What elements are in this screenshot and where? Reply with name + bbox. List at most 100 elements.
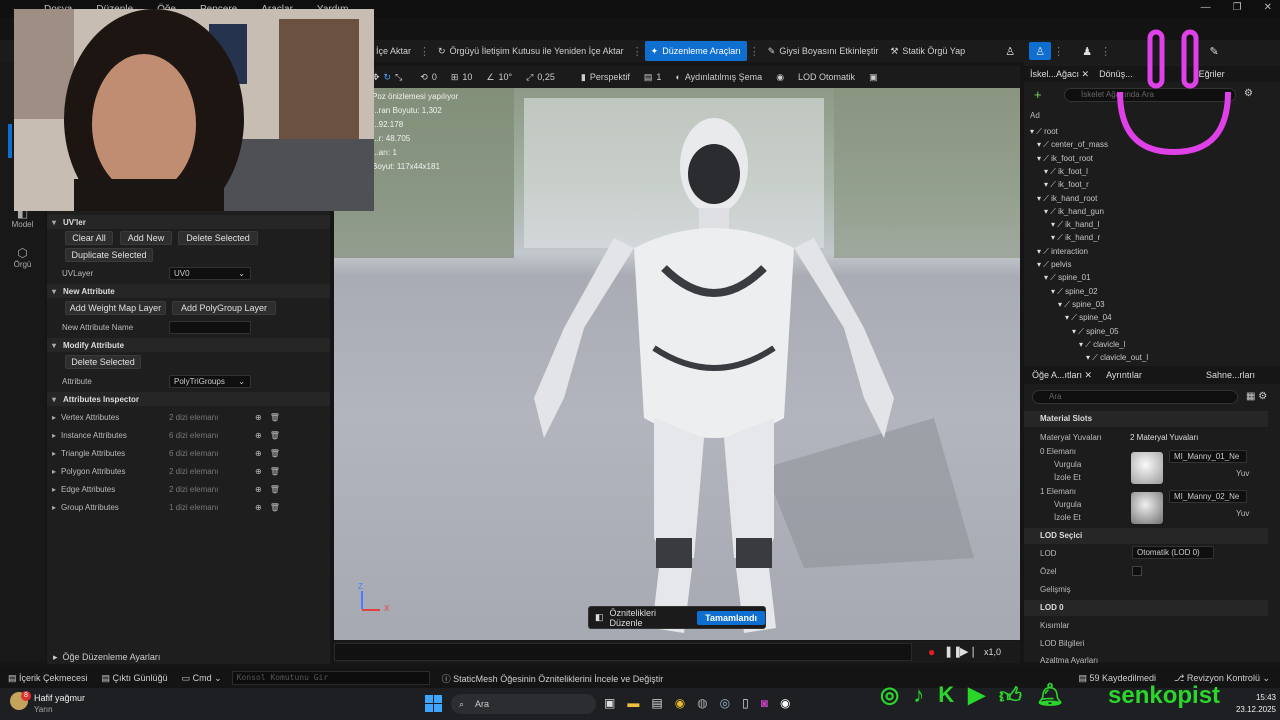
surface-snap-icon[interactable]: ⟲ [420,72,428,83]
taskbar-search[interactable]: ⌕ Ara [451,694,596,714]
scale-icon[interactable]: ⤡ [395,72,402,83]
uvlayer-dropdown[interactable]: UV0 ⌄ [169,267,251,280]
new-attribute-header[interactable]: New Attribute [47,284,330,298]
bone-tree-item[interactable]: ▾ ⟋ spine_03 [1058,300,1105,310]
material-slots-header[interactable]: Material Slots [1024,411,1268,427]
new-attribute-name-input[interactable] [169,321,251,334]
reimport-button[interactable]: ↻ Örgüyü İletişim Kutusu ile Yeniden İçe … [432,41,630,61]
inspector-row[interactable]: ▸ Triangle Attributes 6 dizi elemanı ⊕ 🗑︎ [47,444,330,462]
material-0-thumbnail[interactable] [1131,452,1163,484]
edit-settings-section[interactable]: ▸ Öğe Düzenleme Ayarları [47,650,330,664]
tab-details[interactable]: Ayrıntılar [1106,370,1142,380]
bone-tree-item[interactable]: ▾ ⟋ spine_05 [1072,327,1119,337]
minimize-icon[interactable]: — [1201,2,1211,13]
add-icon[interactable]: ⊕ [255,431,262,440]
tab-skeleton-tree[interactable]: İskel...Ağacı ✕ [1030,69,1089,80]
cloth-paint-button[interactable]: ✎ Giysi Boyasını Etkinleştir [762,41,885,61]
import-button[interactable]: İçe Aktar [370,41,417,61]
console-input[interactable]: Konsol Komutunu Gir [231,671,430,685]
lod-dropdown[interactable]: LOD Otomatik [798,72,855,82]
add-icon[interactable]: ⊕ [255,413,262,422]
clock-date[interactable]: 23.12.2025 [1222,705,1276,714]
tab-asset-details[interactable]: Öğe A...ıtları ✕ [1032,370,1092,381]
view-mode-dropdown[interactable]: Aydınlatılmış Şema [685,72,762,82]
task-view-icon[interactable]: ▣ [604,696,615,710]
view-options-icon[interactable]: ▦ ⚙ [1246,391,1267,402]
gear-icon[interactable]: ⚙ [1244,88,1253,99]
reduction-settings-row[interactable]: Azaltma Ayarları [1040,656,1098,664]
scale-snap-icon[interactable]: ⤢ [526,72,533,83]
delete-icon[interactable]: 🗑︎ [270,485,280,494]
move-snap-value[interactable]: 0 [432,72,437,82]
custom-checkbox[interactable] [1132,566,1142,576]
add-icon[interactable]: ⊕ [255,503,262,512]
maximize-icon[interactable]: ❐ [1233,2,1242,13]
bone-tree-item[interactable]: ▾ ⟋ pelvis [1037,260,1072,270]
bone-tree-item[interactable]: ▾ ⟋ ik_foot_r [1044,180,1089,190]
lod-dropdown[interactable]: Otomatik (LOD 0) [1132,546,1214,559]
bone-tree-item[interactable]: ▾ ⟋ ik_hand_root [1037,194,1097,204]
material-1-thumbnail[interactable] [1131,492,1163,524]
app-icon[interactable]: ◍ [697,696,707,710]
windows-start-icon[interactable] [425,695,442,712]
add-bone-icon[interactable]: + [1034,88,1054,102]
rotation-snap-value[interactable]: 10° [499,72,513,82]
inspector-row[interactable]: ▸ Edge Attributes 2 dizi elemanı ⊕ 🗑︎ [47,480,330,498]
material-1-dropdown[interactable]: MI_Manny_02_Ne [1169,490,1247,503]
delete-selected-attribute-button[interactable]: Delete Selected [65,355,141,369]
isolate-checkbox-label[interactable]: İzole Et [1054,513,1081,522]
isolate-checkbox-label[interactable]: İzole Et [1054,473,1081,482]
record-icon[interactable]: ● [928,645,935,659]
bone-tree-item[interactable]: ▾ ⟋ clavicle_out_l [1086,353,1148,363]
sections-row[interactable]: Kısımlar [1040,621,1069,630]
material-0-dropdown[interactable]: MI_Manny_01_Ne [1169,450,1247,463]
done-button[interactable]: Tamamlandı [697,610,765,625]
add-icon[interactable]: ⊕ [255,467,262,476]
bone-tree-item[interactable]: ▾ ⟋ ik_foot_root [1037,154,1093,164]
attribute-dropdown[interactable]: PolyTriGroups ⌄ [169,375,251,388]
store-icon[interactable]: ▤ [651,696,662,710]
grid-snap-value[interactable]: 10 [462,72,472,82]
highlight-checkbox-label[interactable]: Vurgula [1054,460,1081,469]
camera-speed-value[interactable]: 1 [656,72,661,82]
play-icon[interactable]: ▶❘ [960,645,978,658]
delete-selected-uv-button[interactable]: Delete Selected [178,231,258,245]
layout-icon[interactable]: ▣ [869,72,878,83]
attributes-inspector-header[interactable]: Attributes Inspector [47,392,330,406]
chrome-icon[interactable]: ◉ [675,696,685,710]
playback-speed[interactable]: x1,0 [984,647,1001,657]
rotate-icon[interactable]: ↻ [384,72,392,83]
media-icon[interactable]: ◙ [761,696,768,710]
output-log-button[interactable]: ▤ Çıktı Günlüğü [102,673,168,684]
uv-section-header[interactable]: UV'ler [47,215,330,229]
delete-icon[interactable]: 🗑︎ [270,413,280,422]
bone-tree-item[interactable]: ▾ ⟋ ik_hand_r [1051,233,1100,243]
inspector-row[interactable]: ▸ Polygon Attributes 2 dizi elemanı ⊕ 🗑︎ [47,462,330,480]
bone-tree-item[interactable]: ▾ ⟋ spine_04 [1065,313,1112,323]
perspective-dropdown[interactable]: Perspektif [590,72,630,82]
timeline-track[interactable] [334,643,912,661]
animation-mode-icon[interactable]: ♟ [1076,42,1098,60]
delete-icon[interactable]: 🗑︎ [270,503,280,512]
highlight-checkbox-label[interactable]: Vurgula [1054,500,1081,509]
bone-tree-item[interactable]: ▾ ⟋ ik_hand_l [1051,220,1099,230]
details-search-input[interactable]: Ara [1032,390,1238,404]
make-static-mesh-button[interactable]: ⚒ Statik Örgü Yap [884,41,971,61]
delete-icon[interactable]: 🗑︎ [270,467,280,476]
bone-tree-item[interactable]: ▾ ⟋ root [1030,127,1058,137]
lod0-header[interactable]: LOD 0 [1024,600,1268,616]
advanced-section[interactable]: Gelişmiş [1040,585,1071,594]
clock-time[interactable]: 15:43 [1236,693,1276,702]
clear-all-button[interactable]: Clear All [65,231,113,245]
add-polygroup-button[interactable]: Add PolyGroup Layer [172,301,276,315]
scale-snap-value[interactable]: 0,25 [537,72,555,82]
cmd-dropdown[interactable]: ▭ Cmd ⌄ [182,673,222,684]
steam-icon[interactable]: ◎ [720,696,730,710]
bone-tree-item[interactable]: ▾ ⟋ ik_foot_l [1044,167,1088,177]
edit-tools-button[interactable]: ✦ Düzenleme Araçları [644,41,747,61]
bone-tree-item[interactable]: ▾ ⟋ spine_01 [1044,273,1091,283]
show-icon[interactable]: ◉ [776,72,784,83]
grid-icon[interactable]: ⊞ [451,72,459,83]
add-icon[interactable]: ⊕ [255,485,262,494]
weather-title[interactable]: Hafif yağmur [34,693,85,703]
